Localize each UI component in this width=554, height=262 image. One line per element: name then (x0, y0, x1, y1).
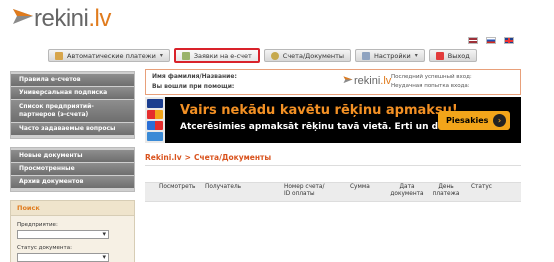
column-amount[interactable]: Сумма (350, 184, 370, 191)
tab-e-invoice-requests[interactable]: Заявки на е-счет (173, 48, 260, 63)
mastercard-icon (147, 110, 163, 119)
maestro-icon (147, 121, 163, 130)
sidebar: Правила е-счетов Универсальная подписка … (10, 71, 135, 262)
last-login-label: Последний успешный вход: (391, 74, 472, 80)
search-title: Поиск (11, 201, 134, 216)
tab-settings[interactable]: Настройки ▾ (355, 49, 425, 62)
breadcrumb-current: Счета/Документы (193, 153, 272, 162)
tab-label: Выход (447, 51, 470, 60)
logo-text: rekini (34, 5, 89, 32)
tab-invoices-documents[interactable]: Счета/Документы (263, 49, 352, 62)
breadcrumb-separator: > (184, 153, 191, 162)
column-view[interactable]: Посмотреть (159, 184, 195, 191)
tab-exit[interactable]: Выход (428, 49, 477, 62)
column-recipient[interactable]: Получатель (205, 184, 241, 191)
flag-ru-icon[interactable] (486, 37, 496, 44)
breadcrumb-root[interactable]: Rekini.lv (145, 153, 182, 162)
login-provider-logo: rekini.lv (343, 75, 391, 87)
user-info-box: Имя фамилия/Название: Вы вошли при помощ… (145, 69, 521, 95)
banner-headline: Vairs nekādu kavētu rēķinu apmaksu! (180, 103, 458, 118)
apply-button[interactable]: Piesakies › (438, 111, 510, 130)
tab-label: Счета/Документы (282, 51, 345, 60)
tab-label: Заявки на е-счет (193, 51, 252, 60)
logo[interactable]: rekini.lv (34, 5, 111, 33)
sidebar-item-viewed[interactable]: Просмотренные (11, 163, 134, 176)
sidebar-item-archive[interactable]: Архив документов (11, 176, 134, 189)
auto-pay-icon (55, 51, 63, 60)
logo-domain: .lv (88, 5, 111, 32)
column-payment-day[interactable]: День платежа (431, 184, 461, 198)
sidebar-item-einvoice-rules[interactable]: Правила е-счетов (11, 74, 134, 87)
status-select[interactable] (17, 253, 109, 262)
settings-icon (362, 51, 371, 60)
flag-lv-icon[interactable] (468, 37, 478, 44)
payment-cards (145, 97, 165, 143)
tab-label: Настройки (374, 51, 411, 60)
tab-label: Автоматические платежи (67, 51, 156, 60)
name-label: Имя фамилия/Название: (152, 73, 237, 80)
sidebar-item-new-documents[interactable]: Новые документы (11, 150, 134, 163)
sidebar-item-faq[interactable]: Часто задаваемые вопросы (11, 123, 134, 136)
company-select[interactable] (17, 230, 109, 239)
sidebar-group-info: Правила е-счетов Универсальная подписка … (10, 71, 135, 139)
mini-logo-text: rekini (354, 75, 381, 87)
language-switcher (468, 37, 514, 44)
main-nav: Автоматические платежи ▾ Заявки на е-сче… (48, 48, 477, 63)
header: rekini.lv (0, 0, 554, 33)
breadcrumb: Rekini.lv > Счета/Документы (145, 153, 271, 162)
chevron-down-icon: ▾ (414, 52, 418, 59)
sidebar-item-universal-subscription[interactable]: Универсальная подписка (11, 87, 134, 100)
status-label: Статус документа: (17, 245, 72, 251)
documents-icon (270, 51, 279, 60)
search-panel: Поиск Предприятие: Статус документа: (10, 200, 135, 262)
banner-subline: Atcerēsimies apmaksāt rēķinu tavā vietā.… (180, 122, 462, 132)
logo-envelope-icon (343, 76, 353, 84)
visa-icon (147, 99, 163, 108)
sidebar-group-documents: Новые документы Просмотренные Архив доку… (10, 147, 135, 192)
edit-icon (181, 51, 190, 60)
login-method-label: Вы вошли при помощи: (152, 83, 235, 90)
exit-icon (435, 51, 444, 60)
documents-table-header: Посмотреть Получатель Номер счета/ ID оп… (145, 182, 521, 202)
tab-auto-payments[interactable]: Автоматические платежи ▾ (48, 49, 170, 62)
failed-login-label: Неудачная попытка входа: (391, 83, 470, 89)
amex-icon (147, 132, 163, 141)
column-status[interactable]: Статус (471, 184, 492, 191)
column-document-date[interactable]: Дата документа (388, 184, 426, 198)
company-label: Предприятие: (17, 222, 58, 228)
column-invoice-number[interactable]: Номер счета/ ID оплаты (284, 184, 324, 198)
apply-button-label: Piesakies (446, 116, 489, 125)
sidebar-item-partners-list[interactable]: Список предприятий-партнеров (э-счета) (11, 100, 134, 123)
arrow-right-icon: › (493, 114, 506, 127)
mini-logo-domain: .lv (380, 75, 392, 87)
promo-banner[interactable]: Vairs nekādu kavētu rēķinu apmaksu! Atce… (145, 97, 521, 143)
flag-en-icon[interactable] (504, 37, 514, 44)
chevron-down-icon: ▾ (159, 52, 163, 59)
divider (145, 165, 521, 166)
logo-envelope-icon (13, 9, 33, 24)
